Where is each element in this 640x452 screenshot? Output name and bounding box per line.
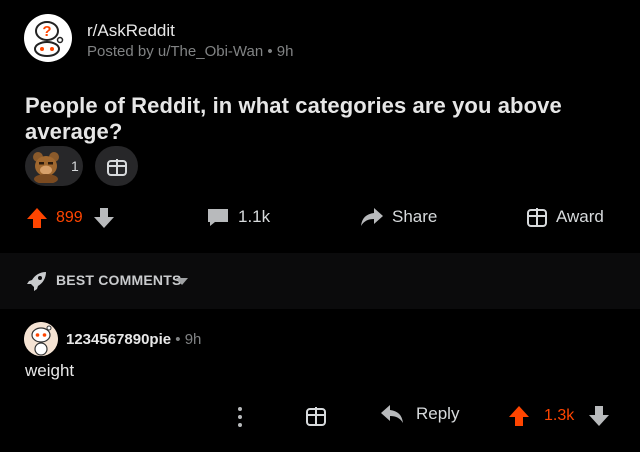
share-button[interactable]: Share	[360, 206, 437, 228]
comment-action-bar: Reply 1.3k	[0, 396, 640, 436]
awards-pill[interactable]: 1	[25, 146, 83, 186]
askreddit-icon: ?	[27, 17, 69, 59]
award-button[interactable]: Award	[526, 206, 604, 228]
comment-meta: 1234567890pie • 9h	[66, 331, 201, 348]
chevron-down-icon	[176, 278, 188, 285]
rocket-icon	[27, 272, 46, 291]
comments-button[interactable]: 1.1k	[206, 206, 270, 228]
comment-username[interactable]: 1234567890pie	[66, 331, 171, 348]
post-title: People of Reddit, in what categories are…	[25, 93, 562, 144]
post-meta: Posted by u/The_Obi-Wan • 9h	[87, 43, 293, 60]
reply-button[interactable]: Reply	[380, 404, 459, 424]
reply-icon	[381, 405, 403, 423]
post-action-bar: 899 1.1k Share Award	[0, 200, 640, 238]
give-award-button[interactable]	[95, 146, 138, 186]
share-icon	[361, 208, 383, 226]
upvote-icon[interactable]	[26, 206, 48, 230]
comment-icon	[208, 209, 228, 226]
comment-body: weight	[25, 361, 75, 380]
sort-label: BEST COMMENTS	[56, 272, 182, 288]
award-count: 1	[71, 158, 79, 174]
share-label: Share	[392, 207, 438, 226]
gift-icon	[527, 208, 547, 227]
subreddit-avatar[interactable]: ?	[24, 14, 72, 62]
upvote-icon[interactable]	[508, 404, 530, 428]
gift-icon	[106, 159, 127, 176]
comment-avatar[interactable]	[24, 322, 58, 356]
post-author[interactable]: Posted by u/The_Obi-Wan	[87, 43, 263, 60]
downvote-icon[interactable]	[588, 404, 610, 428]
reply-label: Reply	[416, 404, 460, 423]
bear-award-icon	[33, 152, 59, 183]
snoo-avatar-icon	[24, 322, 58, 356]
meta-separator: •	[263, 43, 277, 60]
subreddit-name[interactable]: r/AskReddit	[87, 21, 175, 41]
comments-count: 1.1k	[238, 207, 271, 226]
meta-separator: •	[171, 331, 185, 348]
comment-age: 9h	[184, 331, 202, 348]
svg-text:?: ?	[42, 23, 51, 40]
post-score: 899	[56, 209, 83, 226]
gift-icon[interactable]	[305, 405, 327, 427]
comment-vote: 1.3k	[508, 404, 610, 428]
comment-score: 1.3k	[544, 407, 575, 424]
more-options-icon[interactable]	[236, 406, 244, 428]
downvote-icon[interactable]	[93, 206, 115, 230]
award-label: Award	[556, 207, 604, 226]
post-vote: 899	[26, 206, 115, 230]
post-age: 9h	[276, 43, 294, 60]
comment-sort-bar[interactable]: BEST COMMENTS	[0, 253, 640, 309]
